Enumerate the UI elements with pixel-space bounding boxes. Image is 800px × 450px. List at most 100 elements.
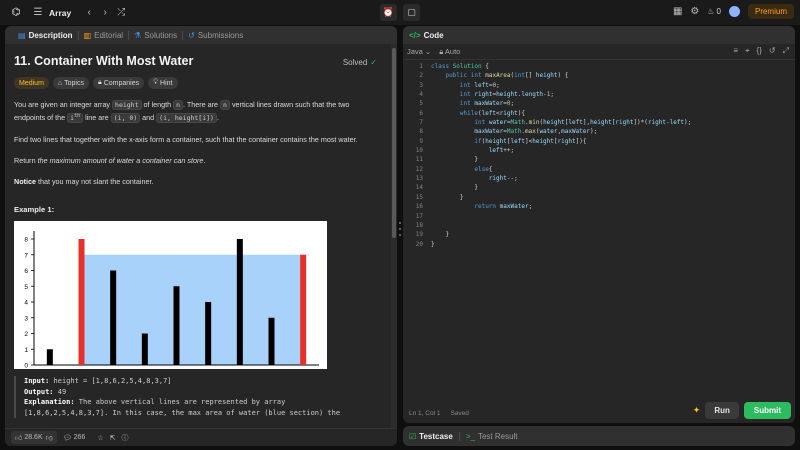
tab-submissions[interactable]: ↺ Submissions [183, 26, 248, 44]
code-line[interactable]: 19 } [403, 230, 795, 239]
description-scrollbar[interactable] [391, 44, 397, 428]
bar [205, 302, 212, 366]
testcase-tabbar: ☑ Testcase >_ Test Result [403, 426, 795, 446]
braces-icon[interactable]: {} [757, 46, 762, 56]
code-text: left++; [488, 147, 515, 155]
tab-solutions[interactable]: ⚗ Solutions [129, 26, 182, 44]
dislike-button[interactable]: 👎︎ [46, 433, 53, 442]
code-line[interactable]: 8 maxWater=Math.max(water,maxWater); [403, 127, 795, 136]
problem-title[interactable]: 11. Container With Most Water [14, 54, 382, 68]
streak-counter[interactable]: ♨ 0 [707, 7, 721, 16]
code-text: right--; [488, 175, 518, 183]
line-number: 6 [419, 109, 423, 117]
fullscreen-icon[interactable]: ⤢ [783, 46, 789, 56]
code-line[interactable]: 12 else{ [403, 165, 795, 174]
panel-resize-handle[interactable] [398, 222, 402, 236]
bar [110, 270, 117, 366]
comments-button[interactable]: 💬︎ 266 [63, 434, 86, 442]
code-line[interactable]: 9 if(height[left]<height[right]){ [403, 137, 795, 146]
submit-button[interactable]: Submit [743, 402, 791, 419]
bar [236, 239, 243, 366]
user-avatar[interactable] [728, 6, 740, 17]
code-line[interactable]: 3 int left=0; [403, 81, 795, 90]
code-line[interactable]: 13 right--; [403, 174, 795, 183]
saved-status: Saved [450, 410, 469, 417]
description-content: 11. Container With Most Water Solved ✓ M… [5, 44, 391, 428]
container-water-chart: 0 1 2 3 4 5 6 7 8 [24, 231, 319, 370]
bar [46, 349, 53, 366]
code-editor[interactable]: 1 class Solution {2 public int maxArea(in… [403, 62, 795, 402]
line-number: 12 [415, 165, 423, 173]
line-number: 5 [419, 100, 423, 108]
layout-grid-icon[interactable]: ▦ [673, 6, 682, 17]
code-line[interactable]: 16 return maxWater; [403, 202, 795, 211]
code-line[interactable]: 7 int water=Math.min(height[left],height… [403, 118, 795, 127]
tag-icon: ⌂ [57, 79, 63, 87]
run-button[interactable]: Run [705, 402, 739, 419]
streak-count: 0 [716, 7, 721, 16]
autosave-indicator: 🔒︎ Auto [439, 46, 461, 56]
problem-tags: Medium ⌂ Topics 🔒︎ Companies 💡︎ Hint [14, 77, 382, 89]
shuffle-icon[interactable]: ⤮ [113, 5, 129, 21]
line-number: 15 [415, 193, 423, 201]
y-tick-label: 3 [24, 315, 28, 322]
notes-icon[interactable]: ▢ [403, 4, 420, 21]
share-icon[interactable]: ⇱ [110, 434, 116, 442]
flask-icon: ⚗ [134, 30, 142, 40]
reset-icon[interactable]: ↺ [769, 46, 776, 56]
code-text: int water=Math.min(height[left],height[r… [474, 119, 692, 127]
code-text: } [431, 184, 478, 192]
terminal-icon: >_ [465, 431, 475, 441]
code-line[interactable]: 18 [403, 221, 795, 230]
code-text: } [431, 231, 450, 239]
code-line[interactable]: 2 public int maxArea(int[] height) { [403, 71, 795, 80]
scroll-thumb[interactable] [392, 48, 396, 238]
line-number: 1 [419, 63, 423, 70]
description-tabbar: ▤ Description ▥ Editorial ⚗ Solutions ↺ … [5, 26, 397, 44]
code-line[interactable]: 20} [403, 240, 795, 249]
code-text: class Solution { [431, 63, 489, 70]
settings-gear-icon[interactable]: ⚙ [690, 6, 699, 17]
tab-editorial[interactable]: ▥ Editorial [79, 26, 128, 44]
document-icon: ▤ [18, 30, 26, 40]
code-line[interactable]: 11 } [403, 155, 795, 164]
line-number: 10 [415, 147, 423, 155]
code-line[interactable]: 1 class Solution { [403, 62, 795, 71]
next-problem-icon[interactable]: › [97, 5, 113, 21]
tab-divider [458, 431, 460, 441]
premium-button[interactable]: Premium [747, 4, 794, 19]
tab-test-result[interactable]: >_ Test Result [466, 432, 518, 441]
code-line[interactable]: 10 left++; [403, 146, 795, 155]
tab-testcase[interactable]: ☑ Testcase [409, 432, 453, 441]
topics-button[interactable]: ⌂ Topics [52, 77, 89, 89]
code-line[interactable]: 6 while(left<right){ [403, 109, 795, 118]
companies-button[interactable]: 🔒︎ Companies [92, 77, 145, 89]
bookmark-icon[interactable]: ⌖ [745, 46, 750, 56]
info-icon[interactable]: ⓘ [121, 433, 128, 443]
leetcode-logo-icon[interactable]: ⌬ [10, 7, 22, 19]
code-line[interactable]: 17 [403, 212, 795, 221]
sparkle-icon[interactable]: ✦ [693, 405, 701, 416]
thumbs-down-icon: 👎︎ [45, 435, 53, 442]
language-select[interactable]: Java ⌄ [407, 47, 431, 56]
timer-icon[interactable]: ⏰ [380, 4, 397, 21]
line-number: 20 [415, 240, 423, 248]
code-line[interactable]: 14 } [403, 183, 795, 192]
favorite-star-icon[interactable]: ☆ [97, 434, 103, 442]
tab-description[interactable]: ▤ Description [13, 26, 78, 44]
like-button[interactable]: 👍︎ 28.6K [15, 433, 43, 442]
tab-code[interactable]: Code [424, 31, 444, 40]
prev-problem-icon[interactable]: ‹ [81, 5, 97, 21]
problem-list-icon[interactable]: ☰ [30, 5, 46, 21]
solved-status: Solved ✓ [342, 58, 377, 67]
problem-list-title[interactable]: Array [49, 8, 71, 18]
format-icon[interactable]: ≡ [733, 46, 738, 56]
code-text: int right=height.length-1; [459, 91, 554, 99]
hint-button[interactable]: 💡︎ Hint [148, 77, 178, 89]
history-icon: ↺ [188, 30, 195, 40]
code-line[interactable]: 15 } [403, 193, 795, 202]
editor-status: Ln 1, Col 1 Saved [409, 410, 469, 417]
code-line[interactable]: 5 int maxWater=0; [403, 99, 795, 108]
code-line[interactable]: 4 int right=height.length-1; [403, 90, 795, 99]
highlighted-bar [78, 239, 85, 366]
